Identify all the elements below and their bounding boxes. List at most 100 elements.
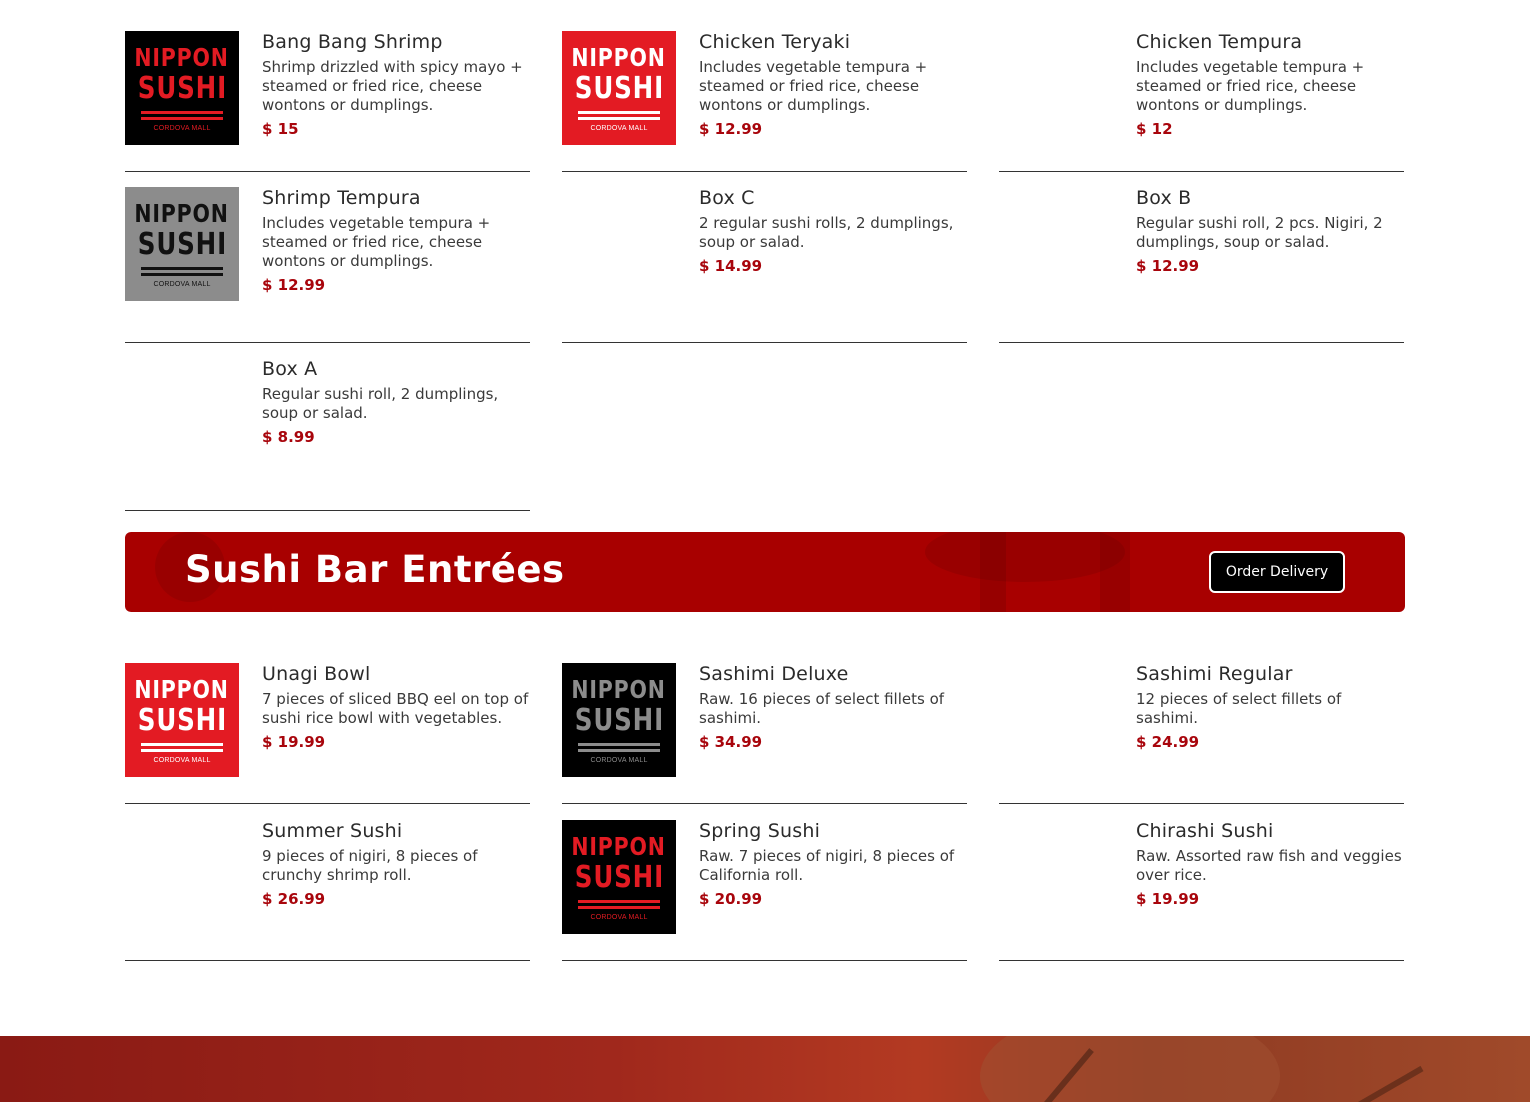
menu-item-card[interactable]: Chicken Tempura Includes vegetable tempu… [999, 31, 1404, 172]
banner-decoration [925, 532, 1125, 582]
logo-text-line3: CORDOVA MALL [590, 124, 648, 132]
menu-item-price: $ 34.99 [699, 733, 763, 751]
menu-item-name: Unagi Bowl [262, 663, 371, 685]
menu-item-price: $ 12 [1136, 120, 1173, 138]
menu-item-card[interactable]: NIPPON SUSHI CORDOVA MALL Bang Bang Shri… [125, 31, 530, 172]
banner-decoration [1100, 532, 1130, 612]
menu-item-card[interactable]: Box C 2 regular sushi rolls, 2 dumplings… [562, 187, 967, 343]
menu-item-price: $ 15 [262, 120, 299, 138]
menu-item-info: Spring Sushi Raw. 7 pieces of nigiri, 8 … [699, 820, 967, 908]
menu-item-description: Includes vegetable tempura + steamed or … [1136, 58, 1365, 114]
logo-text-line1: NIPPON [134, 42, 230, 72]
menu-item-name: Bang Bang Shrimp [262, 31, 443, 53]
menu-item-price: $ 20.99 [699, 890, 763, 908]
menu-item-description: Raw. 7 pieces of nigiri, 8 pieces of Cal… [699, 847, 955, 884]
menu-item-description: 7 pieces of sliced BBQ eel on top of sus… [262, 690, 529, 727]
nippon-sushi-logo-thumbnail: NIPPON SUSHI CORDOVA MALL [125, 187, 239, 301]
menu-item-info: Bang Bang Shrimp Shrimp drizzled with sp… [262, 31, 530, 138]
logo-bars [578, 897, 660, 909]
logo-text-line1: NIPPON [134, 674, 230, 704]
menu-item-info: Chicken Tempura Includes vegetable tempu… [1136, 31, 1404, 138]
menu-item-price: $ 26.99 [262, 890, 326, 908]
menu-item-description: 12 pieces of select fillets of sashimi. [1136, 690, 1342, 727]
nippon-sushi-logo-thumbnail: NIPPON SUSHI CORDOVA MALL [125, 31, 239, 145]
logo-text-line2: SUSHI [137, 226, 227, 262]
menu-item-info: Unagi Bowl 7 pieces of sliced BBQ eel on… [262, 663, 530, 751]
menu-item-card[interactable]: Box A Regular sushi roll, 2 dumplings, s… [125, 358, 530, 511]
menu-item-price: $ 12.99 [262, 276, 326, 294]
section-banner: Sushi Bar Entrées Order Delivery [125, 532, 1405, 612]
menu-item-name: Box A [262, 358, 318, 380]
menu-item-info: Summer Sushi 9 pieces of nigiri, 8 piece… [262, 820, 530, 908]
logo-bars [578, 740, 660, 752]
menu-item-name: Sashimi Regular [1136, 663, 1293, 685]
menu-item-info: Box C 2 regular sushi rolls, 2 dumplings… [699, 187, 967, 275]
menu-item-description: Raw. 16 pieces of select fillets of sash… [699, 690, 945, 727]
menu-item-info: Chirashi Sushi Raw. Assorted raw fish an… [1136, 820, 1404, 908]
order-delivery-button[interactable]: Order Delivery [1209, 551, 1345, 593]
logo-text-line3: CORDOVA MALL [153, 756, 211, 764]
menu-item-card[interactable]: NIPPON SUSHI CORDOVA MALL Spring Sushi R… [562, 820, 967, 961]
logo-bars [141, 264, 223, 276]
menu-item-name: Spring Sushi [699, 820, 821, 842]
logo-bars [141, 740, 223, 752]
footer-background-image [0, 1036, 1530, 1102]
menu-item-description: Includes vegetable tempura + steamed or … [699, 58, 928, 114]
menu-item-info: Sashimi Regular 12 pieces of select fill… [1136, 663, 1404, 751]
menu-item-name: Summer Sushi [262, 820, 403, 842]
menu-item-name: Box C [699, 187, 755, 209]
logo-text-line1: NIPPON [571, 42, 667, 72]
menu-item-name: Shrimp Tempura [262, 187, 421, 209]
menu-item-card[interactable]: NIPPON SUSHI CORDOVA MALL Unagi Bowl 7 p… [125, 663, 530, 804]
logo-text-line2: SUSHI [574, 702, 664, 738]
logo-bars [578, 108, 660, 120]
logo-text-line3: CORDOVA MALL [153, 280, 211, 288]
logo-bars [141, 108, 223, 120]
menu-item-info: Chicken Teryaki Includes vegetable tempu… [699, 31, 967, 138]
logo-text-line2: SUSHI [137, 70, 227, 106]
menu-item-price: $ 14.99 [699, 257, 763, 275]
menu-item-card[interactable]: NIPPON SUSHI CORDOVA MALL Chicken Teryak… [562, 31, 967, 172]
menu-grid-section-2: NIPPON SUSHI CORDOVA MALL Unagi Bowl 7 p… [125, 663, 1405, 961]
menu-item-card[interactable]: Sashimi Regular 12 pieces of select fill… [999, 663, 1404, 804]
logo-text-line3: CORDOVA MALL [153, 124, 211, 132]
menu-item-info: Box A Regular sushi roll, 2 dumplings, s… [262, 358, 530, 446]
logo-text-line1: NIPPON [571, 831, 667, 861]
menu-item-price: $ 8.99 [262, 428, 315, 446]
logo-text-line3: CORDOVA MALL [590, 913, 648, 921]
menu-item-description: Raw. Assorted raw fish and veggies over … [1136, 847, 1402, 884]
menu-item-description: Regular sushi roll, 2 dumplings, soup or… [262, 385, 499, 422]
menu-item-info: Sashimi Deluxe Raw. 16 pieces of select … [699, 663, 967, 751]
menu-item-price: $ 24.99 [1136, 733, 1200, 751]
menu-item-name: Box B [1136, 187, 1192, 209]
menu-item-description: Regular sushi roll, 2 pcs. Nigiri, 2 dum… [1136, 214, 1383, 251]
menu-item-card[interactable]: Box B Regular sushi roll, 2 pcs. Nigiri,… [999, 187, 1404, 343]
menu-item-description: Includes vegetable tempura + steamed or … [262, 214, 491, 270]
footer-image-shade [1342, 1065, 1424, 1102]
menu-item-card[interactable]: NIPPON SUSHI CORDOVA MALL Shrimp Tempura… [125, 187, 530, 343]
menu-item-card[interactable]: Summer Sushi 9 pieces of nigiri, 8 piece… [125, 820, 530, 961]
nippon-sushi-logo-thumbnail: NIPPON SUSHI CORDOVA MALL [125, 663, 239, 777]
menu-item-name: Sashimi Deluxe [699, 663, 849, 685]
menu-item-description: Shrimp drizzled with spicy mayo + steame… [262, 58, 523, 114]
menu-item-price: $ 19.99 [1136, 890, 1200, 908]
section-title: Sushi Bar Entrées [185, 548, 565, 591]
menu-item-card[interactable]: Chirashi Sushi Raw. Assorted raw fish an… [999, 820, 1404, 961]
logo-text-line1: NIPPON [571, 674, 667, 704]
footer-image-shade [980, 1036, 1280, 1102]
menu-item-name: Chicken Teryaki [699, 31, 851, 53]
menu-item-price: $ 12.99 [699, 120, 763, 138]
menu-item-description: 2 regular sushi rolls, 2 dumplings, soup… [699, 214, 954, 251]
logo-text-line3: CORDOVA MALL [590, 756, 648, 764]
menu-item-info: Shrimp Tempura Includes vegetable tempur… [262, 187, 530, 294]
menu-item-card[interactable]: NIPPON SUSHI CORDOVA MALL Sashimi Deluxe… [562, 663, 967, 804]
nippon-sushi-logo-thumbnail: NIPPON SUSHI CORDOVA MALL [562, 663, 676, 777]
menu-item-name: Chicken Tempura [1136, 31, 1303, 53]
menu-item-price: $ 19.99 [262, 733, 326, 751]
menu-item-description: 9 pieces of nigiri, 8 pieces of crunchy … [262, 847, 478, 884]
logo-text-line2: SUSHI [574, 70, 664, 106]
logo-text-line2: SUSHI [137, 702, 227, 738]
logo-text-line2: SUSHI [574, 859, 664, 895]
nippon-sushi-logo-thumbnail: NIPPON SUSHI CORDOVA MALL [562, 31, 676, 145]
logo-text-line1: NIPPON [134, 198, 230, 228]
